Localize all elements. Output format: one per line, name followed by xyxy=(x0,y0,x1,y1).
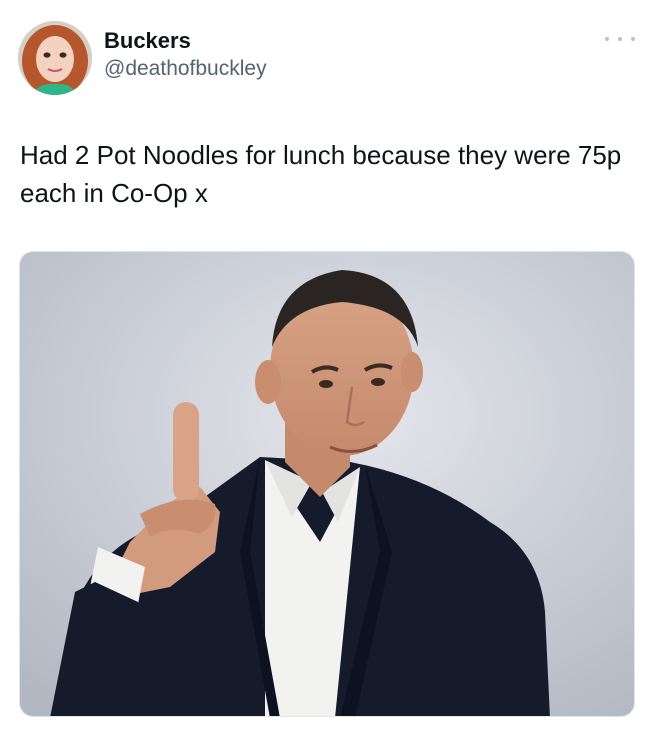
tweet-card[interactable]: Buckers @deathofbuckley Had 2 Pot Noodle… xyxy=(0,0,655,750)
tweet-photo[interactable] xyxy=(19,251,635,717)
display-name[interactable]: Buckers xyxy=(104,27,267,55)
avatar[interactable] xyxy=(18,21,92,95)
more-horizontal-icon[interactable] xyxy=(605,30,635,48)
user-handle[interactable]: @deathofbuckley xyxy=(104,55,267,83)
tweet-text: Had 2 Pot Noodles for lunch because they… xyxy=(20,140,622,208)
author-names: Buckers @deathofbuckley xyxy=(104,27,267,83)
tweet-header: Buckers @deathofbuckley xyxy=(18,18,637,98)
